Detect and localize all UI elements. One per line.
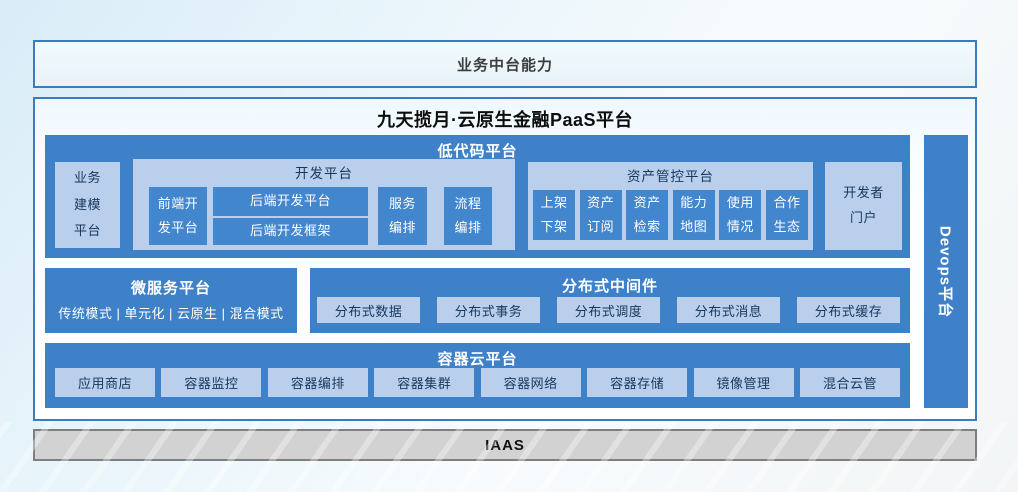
middleware-row: 分布式数据 分布式事务 分布式调度 分布式消息 分布式缓存: [317, 297, 900, 323]
asset-subscription-box: 资产 订阅: [580, 190, 622, 240]
capability-map-box: 能力 地图: [673, 190, 715, 240]
lowcode-platform-section: 低代码平台 业务 建模 平台 开发平台 前端开 发平台 后端开发平台 后端开发框…: [45, 135, 910, 258]
hybrid-cloud-management-box: 混合云管: [800, 368, 900, 397]
dev-platform-title: 开发平台: [133, 162, 515, 182]
business-modeling-platform-box: 业务 建模 平台: [55, 162, 120, 248]
app-store-box: 应用商店: [55, 368, 155, 397]
container-monitoring-box: 容器监控: [161, 368, 261, 397]
asset-control-row: 上架 下架 资产 订阅 资产 检索 能力 地图 使用 情况 合作 生态: [533, 190, 808, 240]
business-midplatform-banner: 业务中台能力: [33, 40, 977, 88]
devops-platform-bar: Devops平台: [924, 135, 968, 408]
container-storage-box: 容器存储: [587, 368, 687, 397]
asset-onoff-shelf-box: 上架 下架: [533, 190, 575, 240]
process-orchestration-box: 流程 编排: [444, 187, 492, 245]
usage-status-box: 使用 情况: [719, 190, 761, 240]
cooperation-ecosystem-box: 合作 生态: [766, 190, 808, 240]
container-network-box: 容器网络: [481, 368, 581, 397]
distributed-middleware-title: 分布式中间件: [310, 275, 910, 296]
distributed-transaction-box: 分布式事务: [437, 297, 540, 323]
distributed-middleware-section: 分布式中间件 分布式数据 分布式事务 分布式调度 分布式消息 分布式缓存: [310, 268, 910, 333]
microservice-platform-section: 微服务平台 传统模式 | 单元化 | 云原生 | 混合模式: [45, 268, 297, 333]
asset-control-title: 资产管控平台: [533, 165, 808, 185]
business-midplatform-label: 业务中台能力: [457, 54, 553, 75]
distributed-scheduling-box: 分布式调度: [557, 297, 660, 323]
asset-control-panel: 资产管控平台 上架 下架 资产 订阅 资产 检索 能力 地图 使用 情况 合作 …: [528, 162, 813, 250]
container-orchestration-box: 容器编排: [268, 368, 368, 397]
backend-dev-framework-box: 后端开发框架: [213, 218, 368, 245]
iaas-label: IAAS: [485, 437, 525, 454]
service-orchestration-box: 服务 编排: [378, 187, 427, 245]
dev-platform-panel: 开发平台 前端开 发平台 后端开发平台 后端开发框架 服务 编排 流程 编排: [133, 159, 515, 250]
developer-portal-box: 开发者 门户: [825, 162, 902, 250]
container-cluster-box: 容器集群: [374, 368, 474, 397]
asset-search-box: 资产 检索: [626, 190, 668, 240]
image-management-box: 镜像管理: [694, 368, 794, 397]
lowcode-platform-title: 低代码平台: [45, 140, 910, 161]
container-cloud-row: 应用商店 容器监控 容器编排 容器集群 容器网络 容器存储 镜像管理 混合云管: [55, 368, 900, 397]
backend-dev-platform-box: 后端开发平台: [213, 187, 368, 216]
distributed-cache-box: 分布式缓存: [797, 297, 900, 323]
container-cloud-title: 容器云平台: [45, 348, 910, 369]
microservice-platform-title: 微服务平台: [45, 277, 297, 298]
container-cloud-section: 容器云平台 应用商店 容器监控 容器编排 容器集群 容器网络 容器存储 镜像管理…: [45, 343, 910, 408]
microservice-modes-label: 传统模式 | 单元化 | 云原生 | 混合模式: [45, 303, 297, 322]
distributed-message-box: 分布式消息: [677, 297, 780, 323]
frontend-dev-platform-box: 前端开 发平台: [149, 187, 207, 245]
paas-platform-title: 九天揽月·云原生金融PaaS平台: [35, 106, 975, 132]
iaas-bar: IAAS: [33, 429, 977, 461]
devops-platform-label: Devops平台: [936, 225, 957, 317]
distributed-data-box: 分布式数据: [317, 297, 420, 323]
